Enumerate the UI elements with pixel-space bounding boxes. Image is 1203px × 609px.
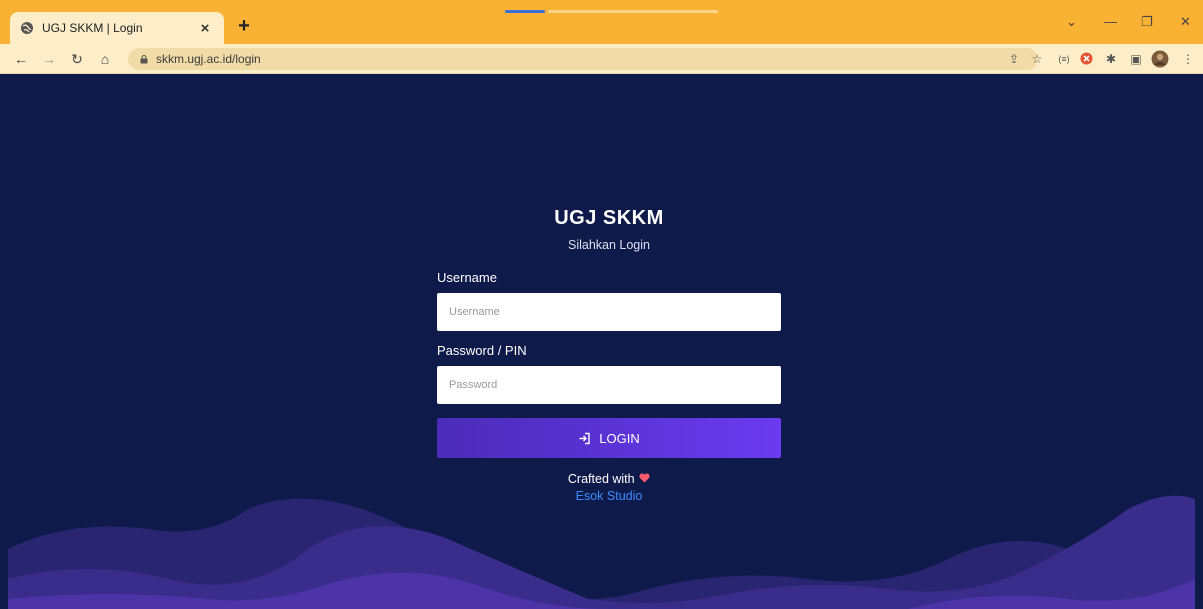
login-button-label: LOGIN bbox=[599, 430, 640, 446]
restore-button[interactable]: ❐ bbox=[1141, 14, 1153, 30]
password-label: Password / PIN bbox=[437, 343, 527, 358]
login-button[interactable]: LOGIN bbox=[437, 418, 781, 458]
login-card: UGJ SKKM Silahkan Login Username Passwor… bbox=[437, 203, 781, 503]
globe-icon bbox=[20, 21, 34, 35]
tab-strip-indicator-secondary bbox=[548, 10, 718, 13]
username-input[interactable] bbox=[437, 293, 781, 331]
password-input[interactable] bbox=[437, 366, 781, 404]
username-label: Username bbox=[437, 270, 497, 285]
login-icon bbox=[578, 432, 591, 445]
credit-line: Crafted with bbox=[437, 472, 781, 486]
browser-tab-active[interactable]: UGJ SKKM | Login × bbox=[10, 12, 224, 44]
close-window-button[interactable]: ✕ bbox=[1180, 14, 1191, 30]
minimize-button[interactable]: — bbox=[1104, 14, 1117, 29]
app-title: UGJ SKKM bbox=[554, 207, 664, 229]
puzzle-icon[interactable]: ✱ bbox=[1103, 51, 1119, 67]
wave-decoration bbox=[8, 495, 1195, 609]
heart-icon bbox=[638, 472, 650, 486]
star-icon[interactable]: ☆ bbox=[1029, 51, 1045, 67]
tab-strip-indicator bbox=[505, 10, 545, 13]
tab-search-icon[interactable]: ⌄ bbox=[1066, 14, 1077, 30]
lock-icon bbox=[140, 54, 148, 64]
close-tab-icon[interactable]: × bbox=[196, 20, 214, 37]
browser-tab-bar: UGJ SKKM | Login × + ⌄ — ❐ ✕ bbox=[0, 0, 1203, 44]
back-icon[interactable]: ← bbox=[12, 50, 30, 68]
share-icon[interactable]: ⇪ bbox=[1006, 51, 1022, 67]
new-tab-button[interactable]: + bbox=[234, 16, 254, 36]
url-text: skkm.ugj.ac.id/login bbox=[156, 52, 261, 66]
forward-icon[interactable]: → bbox=[40, 50, 58, 68]
sidepanel-icon[interactable]: ▣ bbox=[1128, 51, 1144, 67]
tab-title: UGJ SKKM | Login bbox=[42, 21, 143, 35]
page-background: UGJ SKKM Silahkan Login Username Passwor… bbox=[8, 75, 1195, 609]
extension-blocked-icon[interactable] bbox=[1078, 51, 1094, 67]
login-subtitle: Silahkan Login bbox=[567, 238, 650, 252]
menu-icon[interactable]: ⋮ bbox=[1180, 51, 1196, 67]
studio-link[interactable]: Esok Studio bbox=[437, 489, 781, 503]
cast-icon[interactable]: (≡) bbox=[1056, 51, 1072, 67]
home-icon[interactable]: ⌂ bbox=[96, 50, 114, 68]
reload-icon[interactable]: ↻ bbox=[68, 50, 86, 68]
profile-avatar[interactable] bbox=[1151, 50, 1169, 68]
address-bar[interactable]: skkm.ugj.ac.id/login bbox=[128, 48, 1038, 70]
credit-text: Crafted with bbox=[567, 472, 635, 486]
